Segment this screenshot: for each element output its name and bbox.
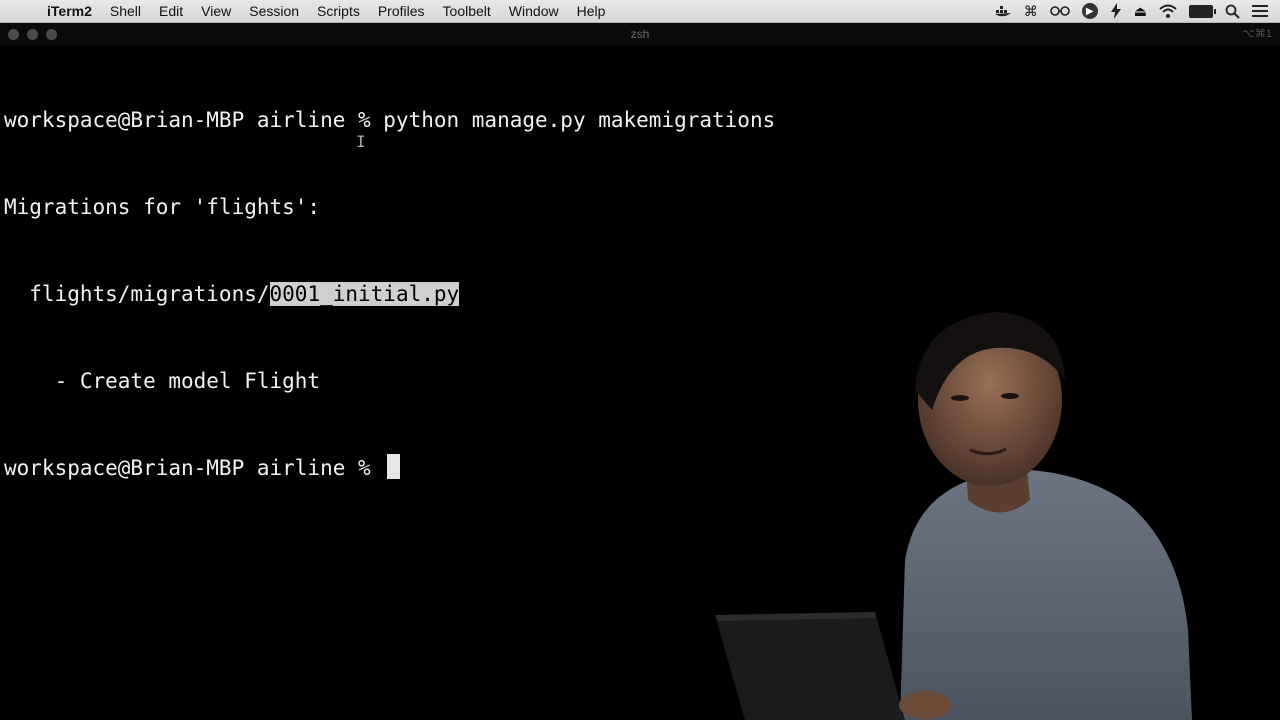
window-controls <box>8 29 57 40</box>
selected-text[interactable]: 0001_initial.py <box>269 282 460 306</box>
glasses-icon[interactable] <box>1044 0 1076 22</box>
terminal-cursor <box>387 454 401 479</box>
terminal-line: workspace@Brian-MBP airline % python man… <box>4 108 776 132</box>
menu-iterm2[interactable]: iTerm2 <box>38 0 101 22</box>
shell-prompt: workspace@Brian-MBP airline % <box>4 456 384 480</box>
menu-scripts[interactable]: Scripts <box>308 0 369 22</box>
menu-profiles[interactable]: Profiles <box>369 0 434 22</box>
menu-session[interactable]: Session <box>240 0 308 22</box>
menu-help[interactable]: Help <box>568 0 615 22</box>
menu-view[interactable]: View <box>192 0 240 22</box>
play-circle-icon[interactable]: ▶ <box>1076 0 1104 22</box>
window-shortcut: ⌥⌘1 <box>1242 28 1272 40</box>
zoom-button[interactable] <box>46 29 57 40</box>
migration-path-prefix: flights/migrations/ <box>4 282 270 306</box>
text-cursor-icon: I <box>356 132 366 151</box>
window-titlebar: zsh ⌥⌘1 <box>0 23 1280 45</box>
docker-icon[interactable] <box>988 0 1018 22</box>
menu-window[interactable]: Window <box>500 0 568 22</box>
eject-icon[interactable]: ⏏ <box>1128 0 1153 22</box>
menu-shell[interactable]: Shell <box>101 0 150 22</box>
search-icon[interactable] <box>1219 0 1246 22</box>
minimize-button[interactable] <box>27 29 38 40</box>
wifi-icon[interactable] <box>1153 0 1183 22</box>
menu-edit[interactable]: Edit <box>150 0 192 22</box>
bolt-icon[interactable] <box>1104 0 1128 22</box>
status-area: ⌘ ▶ ⏏ <box>988 0 1280 22</box>
menu-toolbelt[interactable]: Toolbelt <box>434 0 500 22</box>
presenter-figure <box>715 312 1192 720</box>
menu-bar: iTerm2 Shell Edit View Session Scripts P… <box>0 0 1280 23</box>
menu-icon[interactable] <box>1246 0 1274 22</box>
terminal-line: Migrations for 'flights': <box>4 195 321 219</box>
close-button[interactable] <box>8 29 19 40</box>
window-title: zsh <box>630 27 650 41</box>
battery-icon[interactable] <box>1183 0 1219 22</box>
command-icon[interactable]: ⌘ <box>1018 0 1044 22</box>
